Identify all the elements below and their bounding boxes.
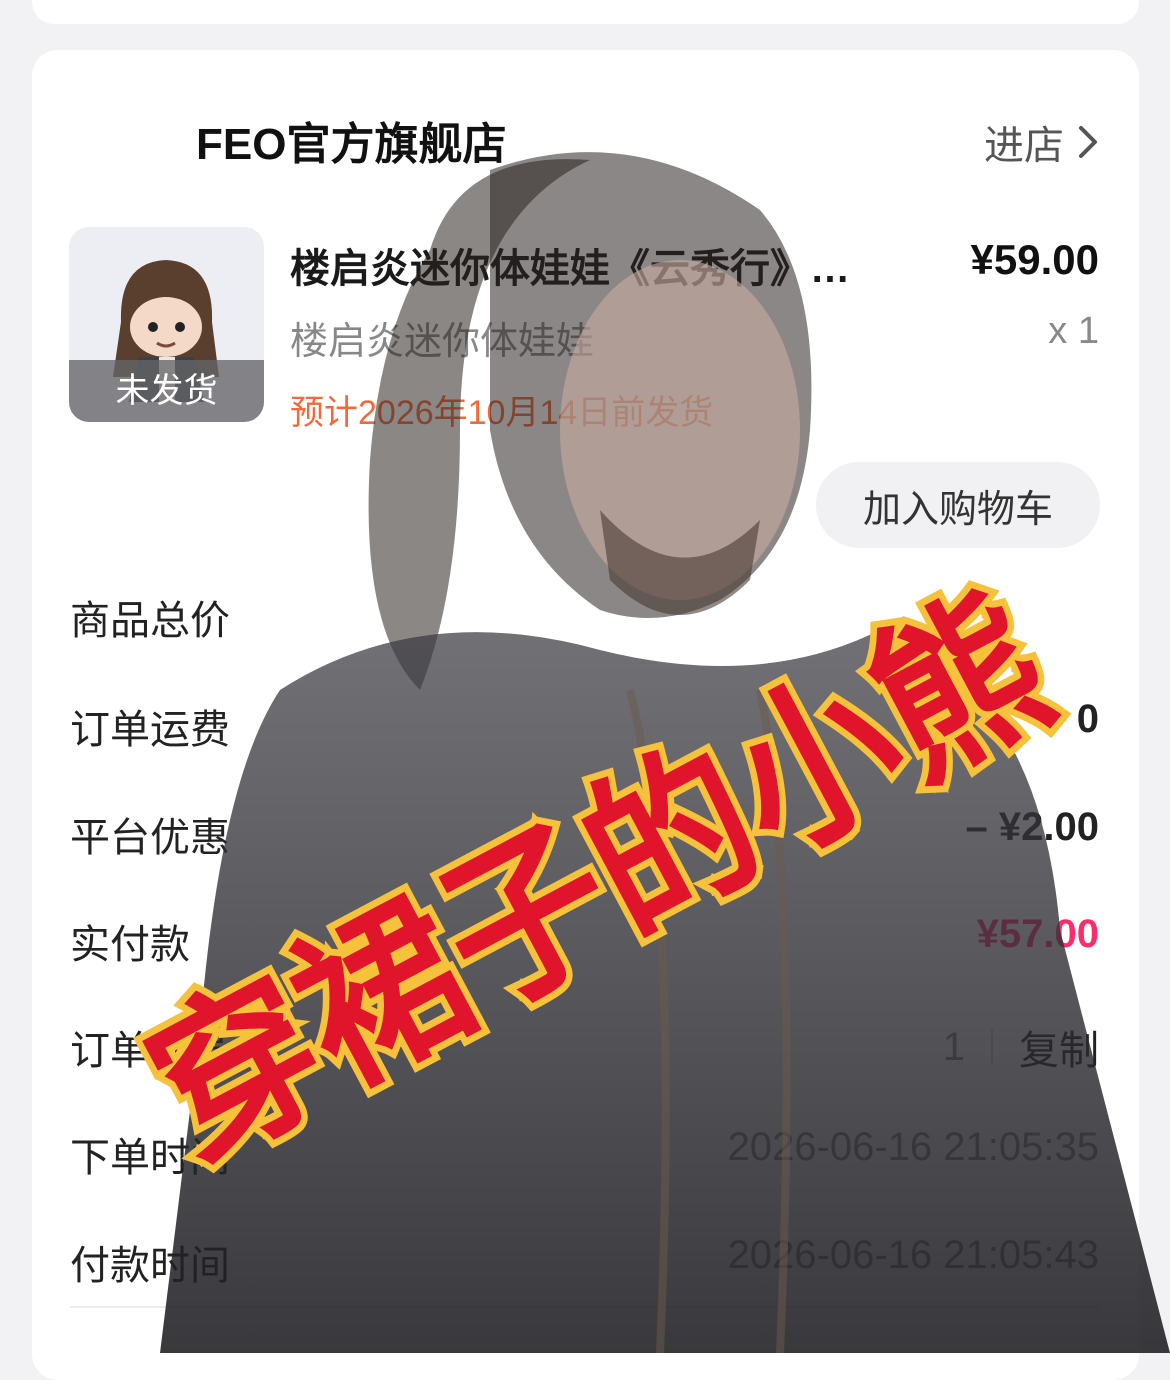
add-to-cart-button[interactable]: 加入购物车 xyxy=(816,462,1100,548)
copy-button[interactable]: 复制 xyxy=(1019,1018,1099,1076)
order-time-value: 2026-06-16 21:05:35 xyxy=(727,1125,1099,1169)
paid-amount-label: 实付款 xyxy=(70,923,190,967)
product-thumbnail[interactable]: 未发货 xyxy=(69,227,264,422)
shipping-status-badge: 未发货 xyxy=(69,360,264,422)
product-price: ¥59.00 xyxy=(970,236,1099,283)
platform-discount-value: – ¥2.00 xyxy=(965,805,1099,849)
product-spec: 楼启炎迷你体娃娃 xyxy=(290,321,595,363)
section-divider xyxy=(70,1306,1100,1308)
ship-estimate: 预计2026年10月14日前发货 xyxy=(290,394,714,432)
shipping-fee-value: 0 xyxy=(1076,697,1099,741)
pay-time-value: 2026-06-16 21:05:43 xyxy=(727,1233,1099,1277)
goods-total-label: 商品总价 xyxy=(70,599,230,643)
order-time-label: 下单时间 xyxy=(70,1136,230,1180)
store-name[interactable]: FEO官方旗舰店 xyxy=(196,108,506,172)
product-quantity: x 1 xyxy=(1048,310,1099,352)
copy-divider xyxy=(991,1029,993,1065)
shipping-fee-label: 订单运费 xyxy=(70,708,230,752)
order-number-label: 订单编号 xyxy=(70,1029,230,1073)
chevron-right-icon xyxy=(1079,126,1097,158)
product-title[interactable]: 楼启炎迷你体娃娃《云秀行》… xyxy=(290,236,890,294)
enter-store-label: 进店 xyxy=(984,124,1064,168)
order-number-row: 1 复制 xyxy=(943,1018,1099,1076)
pay-time-label: 付款时间 xyxy=(70,1244,230,1288)
platform-discount-label: 平台优惠 xyxy=(70,816,230,860)
paid-amount-value: ¥57.00 xyxy=(976,912,1099,956)
order-number-value: 1 xyxy=(942,1024,965,1069)
enter-store-button[interactable]: 进店 xyxy=(984,113,1098,171)
previous-card xyxy=(32,0,1139,24)
